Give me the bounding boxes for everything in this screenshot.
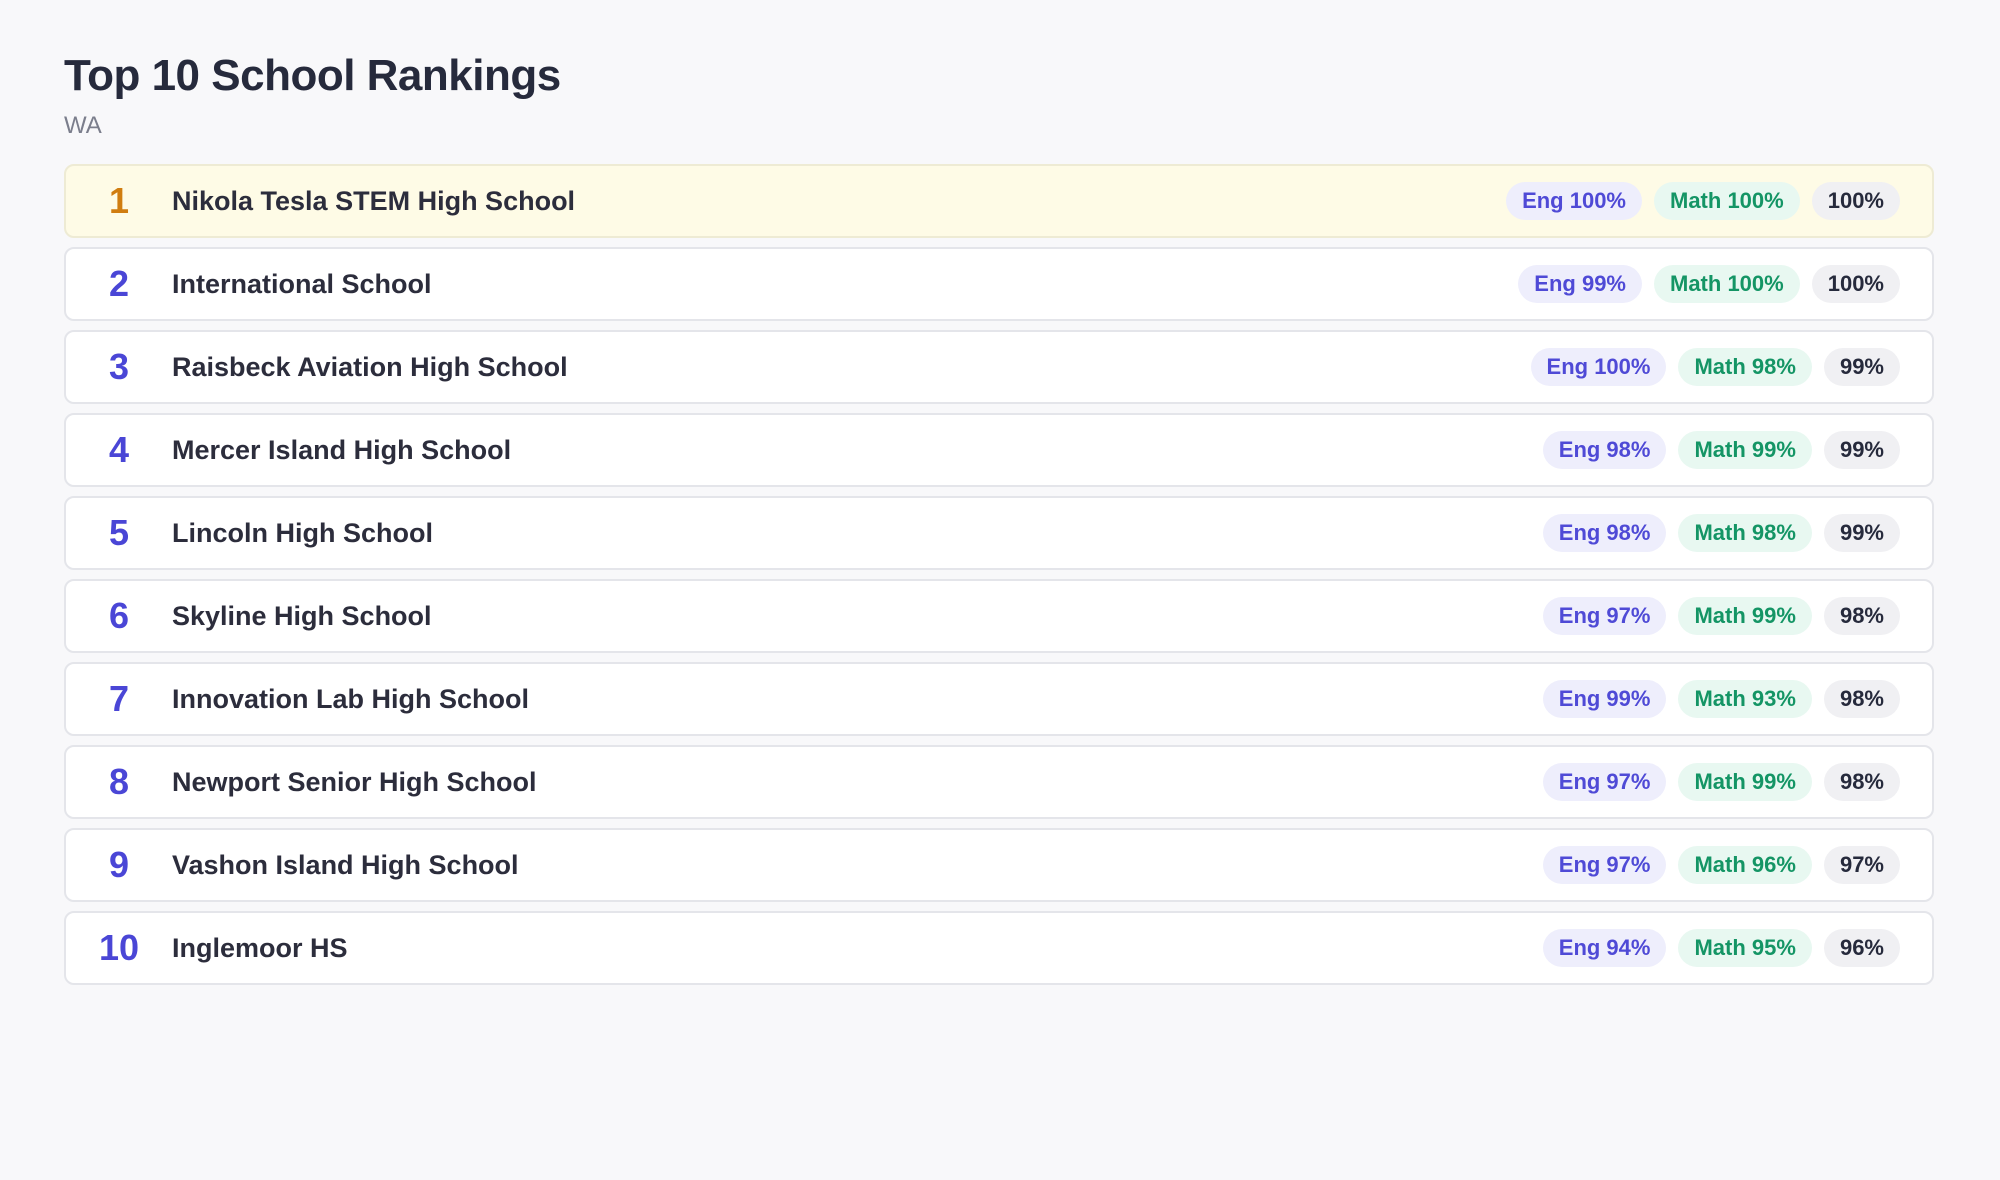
english-score-badge: Eng 100% (1530, 348, 1667, 386)
rankings-page: Top 10 School Rankings WA 1 Nikola Tesla… (64, 50, 1934, 985)
score-badges: Eng 97% Math 99% 98% (1542, 763, 1900, 801)
overall-score-badge: 99% (1823, 431, 1900, 469)
math-score-badge: Math 98% (1678, 348, 1812, 386)
page-title: Top 10 School Rankings (64, 51, 561, 100)
math-score-badge: Math 99% (1678, 763, 1812, 801)
math-score-badge: Math 93% (1678, 680, 1812, 718)
overall-score-badge: 99% (1823, 348, 1900, 386)
overall-score-badge: 100% (1811, 182, 1900, 220)
school-name: Skyline High School (172, 600, 432, 631)
rank-number: 1 (108, 180, 130, 221)
english-score-badge: Eng 97% (1542, 846, 1667, 884)
english-score-badge: Eng 98% (1542, 431, 1667, 469)
rank-number: 10 (98, 927, 140, 968)
math-score-badge: Math 99% (1678, 597, 1812, 635)
english-score-badge: Eng 100% (1506, 182, 1642, 220)
overall-score-badge: 98% (1823, 680, 1900, 718)
rank-number: 5 (108, 512, 130, 553)
english-score-badge: Eng 97% (1542, 597, 1667, 635)
school-name: Lincoln High School (172, 517, 433, 548)
math-score-badge: Math 98% (1678, 514, 1812, 552)
school-row[interactable]: 2 International School Eng 99% Math 100%… (64, 247, 1934, 321)
school-row[interactable]: 6 Skyline High School Eng 97% Math 99% 9… (64, 579, 1934, 653)
school-name: Innovation Lab High School (172, 683, 529, 714)
school-row[interactable]: 1 Nikola Tesla STEM High School Eng 100%… (64, 164, 1934, 238)
math-score-badge: Math 99% (1678, 431, 1812, 469)
score-badges: Eng 94% Math 95% 96% (1542, 929, 1900, 967)
school-row[interactable]: 5 Lincoln High School Eng 98% Math 98% 9… (64, 496, 1934, 570)
school-row[interactable]: 7 Innovation Lab High School Eng 99% Mat… (64, 662, 1934, 736)
score-badges: Eng 100% Math 98% 99% (1530, 348, 1900, 386)
rank-number: 7 (108, 678, 130, 719)
rank-number: 4 (108, 429, 130, 470)
school-row[interactable]: 9 Vashon Island High School Eng 97% Math… (64, 828, 1934, 902)
math-score-badge: Math 95% (1678, 929, 1812, 967)
score-badges: Eng 100% Math 100% 100% (1506, 182, 1900, 220)
overall-score-badge: 98% (1823, 763, 1900, 801)
rank-number: 8 (108, 761, 130, 802)
score-badges: Eng 97% Math 99% 98% (1542, 597, 1900, 635)
school-row[interactable]: 8 Newport Senior High School Eng 97% Mat… (64, 745, 1934, 819)
school-name: Mercer Island High School (172, 434, 512, 465)
english-score-badge: Eng 98% (1542, 514, 1667, 552)
page-subtitle: WA (64, 112, 102, 139)
score-badges: Eng 99% Math 93% 98% (1542, 680, 1900, 718)
overall-score-badge: 96% (1823, 929, 1900, 967)
score-badges: Eng 97% Math 96% 97% (1542, 846, 1900, 884)
math-score-badge: Math 96% (1678, 846, 1812, 884)
overall-score-badge: 100% (1811, 265, 1900, 303)
english-score-badge: Eng 94% (1542, 929, 1667, 967)
school-name: Vashon Island High School (172, 849, 519, 880)
math-score-badge: Math 100% (1654, 265, 1800, 303)
rank-number: 3 (108, 346, 130, 387)
overall-score-badge: 97% (1823, 846, 1900, 884)
rank-number: 9 (108, 844, 130, 885)
score-badges: Eng 99% Math 100% 100% (1518, 265, 1900, 303)
rank-number: 2 (108, 263, 130, 304)
school-list: 1 Nikola Tesla STEM High School Eng 100%… (64, 164, 1934, 985)
school-row[interactable]: 3 Raisbeck Aviation High School Eng 100%… (64, 330, 1934, 404)
school-name: Nikola Tesla STEM High School (172, 185, 576, 216)
score-badges: Eng 98% Math 99% 99% (1542, 431, 1900, 469)
school-row[interactable]: 10 Inglemoor HS Eng 94% Math 95% 96% (64, 911, 1934, 985)
school-row[interactable]: 4 Mercer Island High School Eng 98% Math… (64, 413, 1934, 487)
english-score-badge: Eng 99% (1542, 680, 1667, 718)
school-name: Raisbeck Aviation High School (172, 351, 568, 382)
score-badges: Eng 98% Math 98% 99% (1542, 514, 1900, 552)
english-score-badge: Eng 99% (1518, 265, 1642, 303)
math-score-badge: Math 100% (1654, 182, 1800, 220)
school-name: International School (172, 268, 432, 299)
rank-number: 6 (108, 595, 130, 636)
school-name: Inglemoor HS (172, 932, 348, 963)
overall-score-badge: 98% (1823, 597, 1900, 635)
english-score-badge: Eng 97% (1542, 763, 1667, 801)
overall-score-badge: 99% (1823, 514, 1900, 552)
school-name: Newport Senior High School (172, 766, 537, 797)
